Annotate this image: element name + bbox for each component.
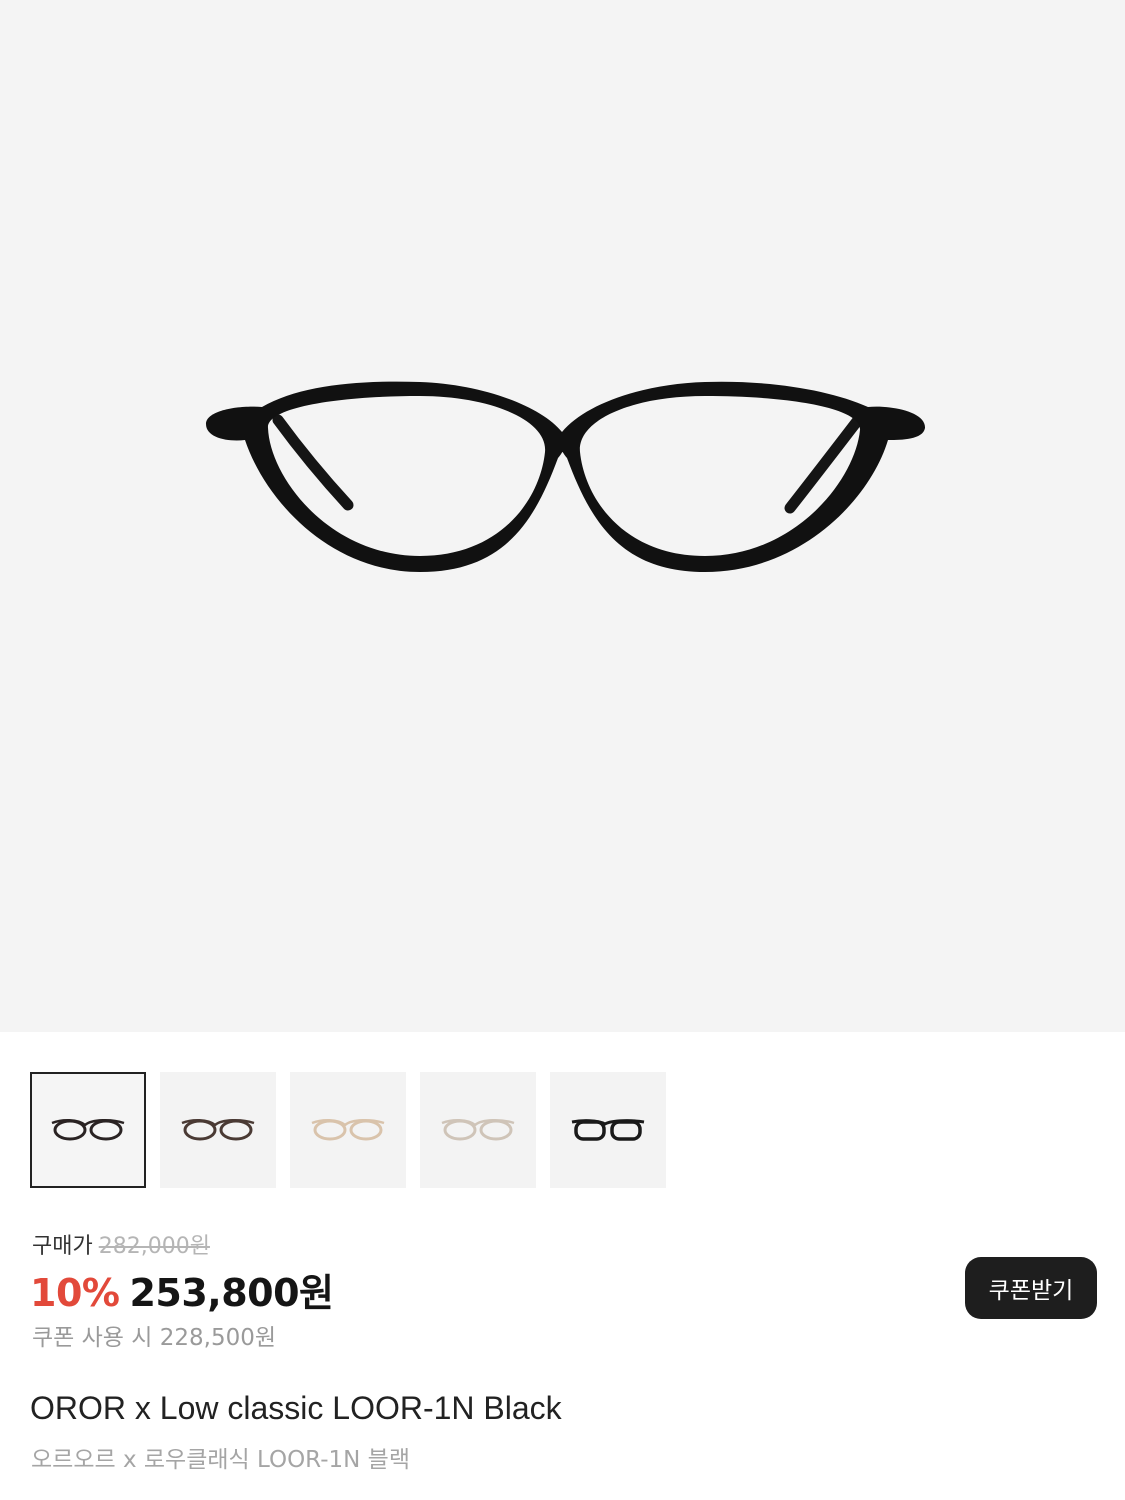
glasses-thumbnail-icon (311, 1119, 385, 1141)
price-label-row: 구매가 282,000원 (32, 1228, 210, 1260)
glasses-image (206, 381, 926, 572)
glasses-thumbnail-icon (441, 1119, 515, 1141)
discount-rate: 10% (30, 1271, 120, 1315)
thumbnail-brown[interactable] (160, 1072, 276, 1188)
glasses-thumbnail-icon (181, 1119, 255, 1141)
thumbnail-beige[interactable] (290, 1072, 406, 1188)
original-price: 282,000원 (98, 1234, 210, 1259)
product-title-en: OROR x Low classic LOOR-1N Black (30, 1390, 562, 1426)
thumbnail-gallery (30, 1072, 666, 1188)
final-price: 253,800원 (129, 1271, 334, 1315)
thumbnail-black[interactable] (30, 1072, 146, 1188)
thumbnail-black-bold[interactable] (550, 1072, 666, 1188)
product-title-ko: 오르오르 x 로우클래식 LOOR-1N 블랙 (31, 1447, 411, 1473)
price-label: 구매가 (32, 1234, 93, 1259)
get-coupon-button[interactable]: 쿠폰받기 (965, 1257, 1097, 1319)
glasses-thumbnail-icon (51, 1119, 125, 1141)
thumbnail-clear[interactable] (420, 1072, 536, 1188)
coupon-price: 쿠폰 사용 시 228,500원 (32, 1325, 277, 1351)
price-row: 10% 253,800원 (30, 1262, 334, 1317)
glasses-thumbnail-icon (571, 1119, 645, 1141)
product-main-image[interactable] (0, 0, 1125, 1032)
